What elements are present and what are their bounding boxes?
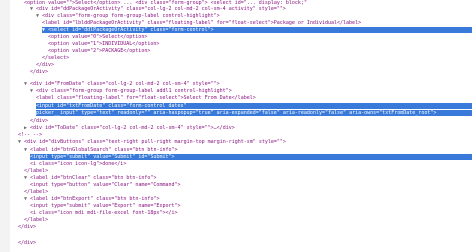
source-line-text: </div> [30, 118, 49, 124]
source-line-text: <label id="lblddPackageOrActivity" class… [42, 20, 362, 26]
source-line[interactable]: <!-- --> [18, 132, 472, 138]
source-line-text: </select> [42, 55, 70, 61]
source-line[interactable]: <input id="txtFromDate" class="form-cont… [36, 103, 472, 109]
expand-triangle-icon[interactable]: ▼ [30, 6, 33, 12]
source-line-text: </div> [36, 62, 55, 68]
source-line[interactable]: ▼ <select id="ddlPackageOrActivity" clas… [42, 27, 472, 33]
source-line[interactable]: </div> [30, 69, 472, 75]
source-line[interactable]: <option value="1">INDIVIDUAL</option> [48, 41, 472, 47]
source-line-text: </div> [18, 240, 37, 246]
source-line-text: <div class="form-group form-group-label … [36, 88, 232, 94]
line-gutter [0, 0, 10, 252]
source-line[interactable]: ▼ <label id="btnExport" class="btn btn-i… [24, 196, 472, 202]
source-line-text: </div> [30, 69, 49, 75]
source-line-text: <input type="button" value="Clear" name=… [30, 182, 181, 188]
source-line-text: <input type="submit" value="Submit" id="… [30, 154, 175, 160]
expand-triangle-icon[interactable]: ▼ [24, 196, 27, 202]
source-line-text: <label class="floating-label" for="float… [36, 95, 256, 101]
source-line[interactable]: ▼ <div id="FromDate" class="col-lg-2 col… [24, 81, 472, 87]
expand-triangle-icon[interactable]: ▼ [30, 88, 33, 94]
expand-triangle-icon[interactable]: ▼ [24, 81, 27, 87]
source-line-text: </label> [24, 189, 49, 195]
source-code-panel: <option value="">Select</option> ... <di… [0, 0, 474, 252]
source-line[interactable]: <option value="0">Select</option> [48, 34, 472, 40]
expand-triangle-icon[interactable]: ▼ [18, 139, 21, 145]
source-line-text: <option value="2">PACKAGE</option> [48, 48, 151, 54]
source-line[interactable]: ▶ <div id="ToDate" class="col-lg-2 col-m… [24, 125, 472, 131]
expand-triangle-icon[interactable]: ▼ [42, 27, 45, 33]
source-line-text: <option value="0">Select</option> [48, 34, 148, 40]
source-line[interactable] [12, 231, 472, 237]
source-line-text: </div> [18, 224, 37, 230]
source-line[interactable]: ▼ <div class="form-group form-group-labe… [36, 13, 472, 19]
source-line[interactable]: <option value="2">PACKAGE</option> [48, 48, 472, 54]
expand-triangle-icon[interactable]: ▼ [24, 147, 27, 153]
source-line-text: <!-- --> [18, 132, 43, 138]
source-line[interactable]: <input type="button" value="Clear" name=… [30, 182, 472, 188]
source-line-text: <i class="icon mdi mdi-file-excel font-1… [30, 210, 178, 216]
source-line-text: <div id="ddPackageOrActivity" class="col… [36, 6, 286, 12]
source-line-text: <div id="ToDate" class="col-lg-2 col-md-… [30, 125, 235, 131]
source-line[interactable]: <label id="lblddPackageOrActivity" class… [42, 20, 472, 26]
source-line[interactable]: </div> [18, 240, 472, 246]
source-line[interactable]: </div> [18, 224, 472, 230]
source-line-text: <option value="1">INDIVIDUAL</option> [48, 41, 160, 47]
source-line-text: </label> [24, 168, 49, 174]
source-line[interactable]: ▼ <div id="ddPackageOrActivity" class="c… [30, 6, 472, 12]
source-line[interactable]: ▼ <label id="btnGlobalSearch" class="btn… [24, 147, 472, 153]
source-line[interactable]: ▼ <label id="btnClear" class="btn btn-in… [24, 175, 472, 181]
source-line-text: <input id="txtFromDate" class="form-cont… [36, 103, 187, 109]
source-line-text: <select id="ddlPackageOrActivity" class=… [48, 27, 214, 33]
source-line[interactable]: <i class="icon icon-lg">done</i> [30, 161, 472, 167]
expand-triangle-icon[interactable]: ▼ [24, 175, 27, 181]
source-line-text: <div class="form-group form-group-label … [42, 13, 220, 19]
source-line[interactable]: </label> [24, 217, 472, 223]
source-line-text: picker__input" type="text" readonly="" a… [36, 110, 437, 116]
source-line[interactable]: </label> [24, 189, 472, 195]
source-line-text: <div id="FromDate" class="col-lg-2 col-m… [30, 81, 220, 87]
source-line[interactable]: <input type="submit" value="Submit" id="… [30, 154, 472, 160]
source-line[interactable]: <i class="icon mdi mdi-file-excel font-1… [30, 210, 472, 216]
source-line[interactable]: ▼ <div id="divButtons" class="text-right… [18, 139, 472, 145]
source-line[interactable]: ▼ <div class="form-group form-group-labe… [30, 88, 472, 94]
source-line-text: </label> [24, 217, 49, 223]
source-line-text: <label id="btnClear" class="btn btn-info… [30, 175, 157, 181]
collapse-triangle-icon[interactable]: ▶ [24, 125, 27, 131]
source-line-text: <label id="btnExport" class="btn btn-inf… [30, 196, 160, 202]
source-line[interactable]: <label class="floating-label" for="float… [36, 95, 472, 101]
source-line-text: <i class="icon icon-lg">done</i> [30, 161, 127, 167]
source-line[interactable]: <input type="submit" value="Export" name… [30, 203, 472, 209]
source-line[interactable]: </div> [36, 62, 472, 68]
source-line-text: <input type="submit" value="Export" name… [30, 203, 181, 209]
source-line[interactable]: picker__input" type="text" readonly="" a… [36, 110, 472, 116]
source-line[interactable]: </select> [42, 55, 472, 61]
expand-triangle-icon[interactable]: ▼ [36, 13, 39, 19]
source-line-text: <div id="divButtons" class="text-right p… [24, 139, 286, 145]
source-line-text: <label id="btnGlobalSearch" class="btn b… [30, 147, 178, 153]
source-line[interactable]: </div> [30, 118, 472, 124]
source-line[interactable]: </label> [24, 168, 472, 174]
